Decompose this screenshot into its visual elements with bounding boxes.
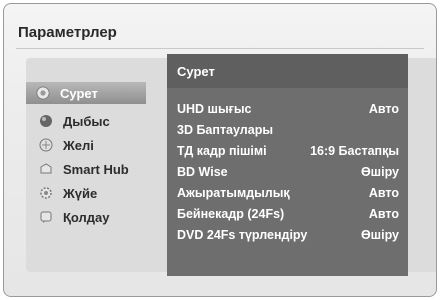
title-divider: [16, 48, 424, 49]
menu-item-network[interactable]: Желі: [26, 134, 166, 156]
sound-icon: [39, 114, 53, 128]
settings-window: Параметрлер Сурет Дыбыс Желі Smart Hub Ж…: [3, 3, 437, 297]
bd-wise-option[interactable]: BD Wise Өшіру: [177, 163, 399, 183]
option-value: Авто: [368, 186, 399, 200]
menu-item-label: Қолдау: [63, 209, 110, 225]
option-label: 3D Баптаулары: [177, 123, 274, 137]
menu-item-system[interactable]: Жүйе: [26, 182, 166, 204]
3d-settings-option[interactable]: 3D Баптаулары: [177, 121, 399, 141]
option-label: DVD 24Fs түрлендіру: [177, 228, 308, 242]
support-icon: [39, 210, 53, 224]
submenu-title: Сурет: [177, 64, 215, 79]
menu-item-label: Сурет: [60, 85, 98, 101]
option-label: Ажыратымдылық: [177, 186, 290, 200]
option-value: Өшіру: [360, 228, 399, 242]
menu-item-label: Дыбыс: [63, 113, 110, 129]
tv-aspect-ratio-option[interactable]: ТД кадр пішімі 16:9 Бастапқы: [177, 142, 399, 162]
picture-icon: [36, 86, 50, 100]
menu-item-label: Жүйе: [63, 185, 98, 201]
option-label: BD Wise: [177, 165, 228, 179]
option-value: Авто: [368, 207, 399, 221]
menu-item-smart-hub[interactable]: Smart Hub: [26, 158, 166, 180]
option-value: Өшіру: [360, 165, 399, 179]
menu-item-sound[interactable]: Дыбыс: [26, 110, 166, 132]
picture-submenu: Сурет UHD шығыс Авто 3D Баптаулары ТД ка…: [167, 54, 408, 276]
menu-item-picture[interactable]: Сурет: [26, 82, 146, 104]
menu-item-support[interactable]: Қолдау: [26, 206, 166, 228]
movie-frame-option[interactable]: Бейнекадр (24Fs) Авто: [177, 205, 399, 225]
resolution-option[interactable]: Ажыратымдылық Авто: [177, 184, 399, 204]
option-value: 16:9 Бастапқы: [310, 144, 399, 158]
dvd-24fs-option[interactable]: DVD 24Fs түрлендіру Өшіру: [177, 226, 399, 246]
page-title: Параметрлер: [18, 24, 117, 41]
uhd-output-option[interactable]: UHD шығыс Авто: [177, 100, 399, 120]
gear-icon: [39, 186, 53, 200]
network-icon: [39, 138, 53, 152]
option-label: Бейнекадр (24Fs): [177, 207, 285, 221]
option-label: UHD шығыс: [177, 102, 252, 116]
menu-item-label: Желі: [63, 137, 94, 153]
option-value: Авто: [368, 102, 399, 116]
smart-hub-icon: [39, 162, 53, 176]
menu-item-label: Smart Hub: [63, 161, 129, 177]
submenu-header: Сурет: [167, 54, 408, 88]
option-label: ТД кадр пішімі: [177, 144, 267, 158]
